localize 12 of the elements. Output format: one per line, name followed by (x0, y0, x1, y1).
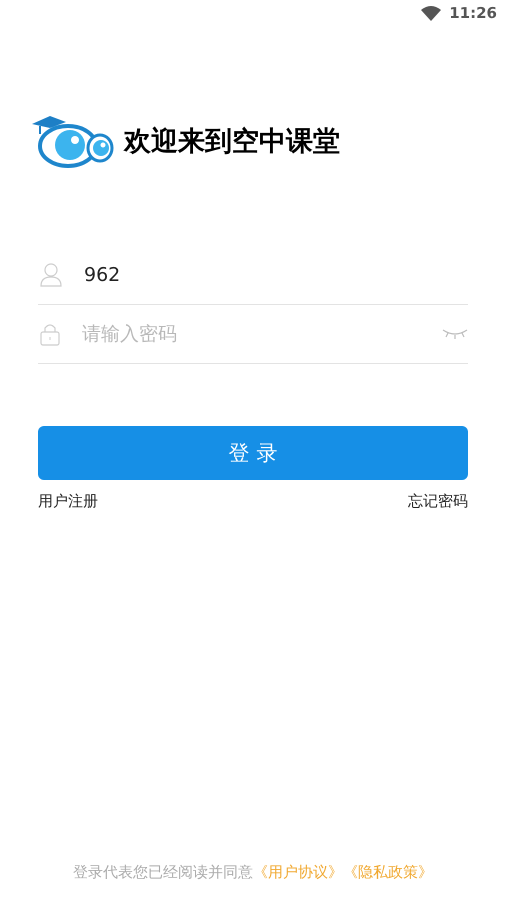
lock-icon (40, 322, 60, 346)
agreement-text: 登录代表您已经阅读并同意《用户协议》《隐私政策》 (72, 863, 434, 882)
user-icon (40, 263, 62, 287)
clock-time: 11:26 (449, 4, 497, 22)
username-field[interactable]: 962 (84, 264, 468, 286)
password-field[interactable]: 请输入密码 (82, 323, 420, 345)
welcome-title: 欢迎来到空中课堂 (124, 125, 340, 159)
forgot-password-link[interactable]: 忘记密码 (408, 492, 468, 511)
eye-closed-icon[interactable] (442, 328, 468, 340)
logo-icon (30, 114, 114, 168)
wifi-icon (421, 6, 442, 20)
register-link[interactable]: 用户注册 (38, 492, 98, 511)
